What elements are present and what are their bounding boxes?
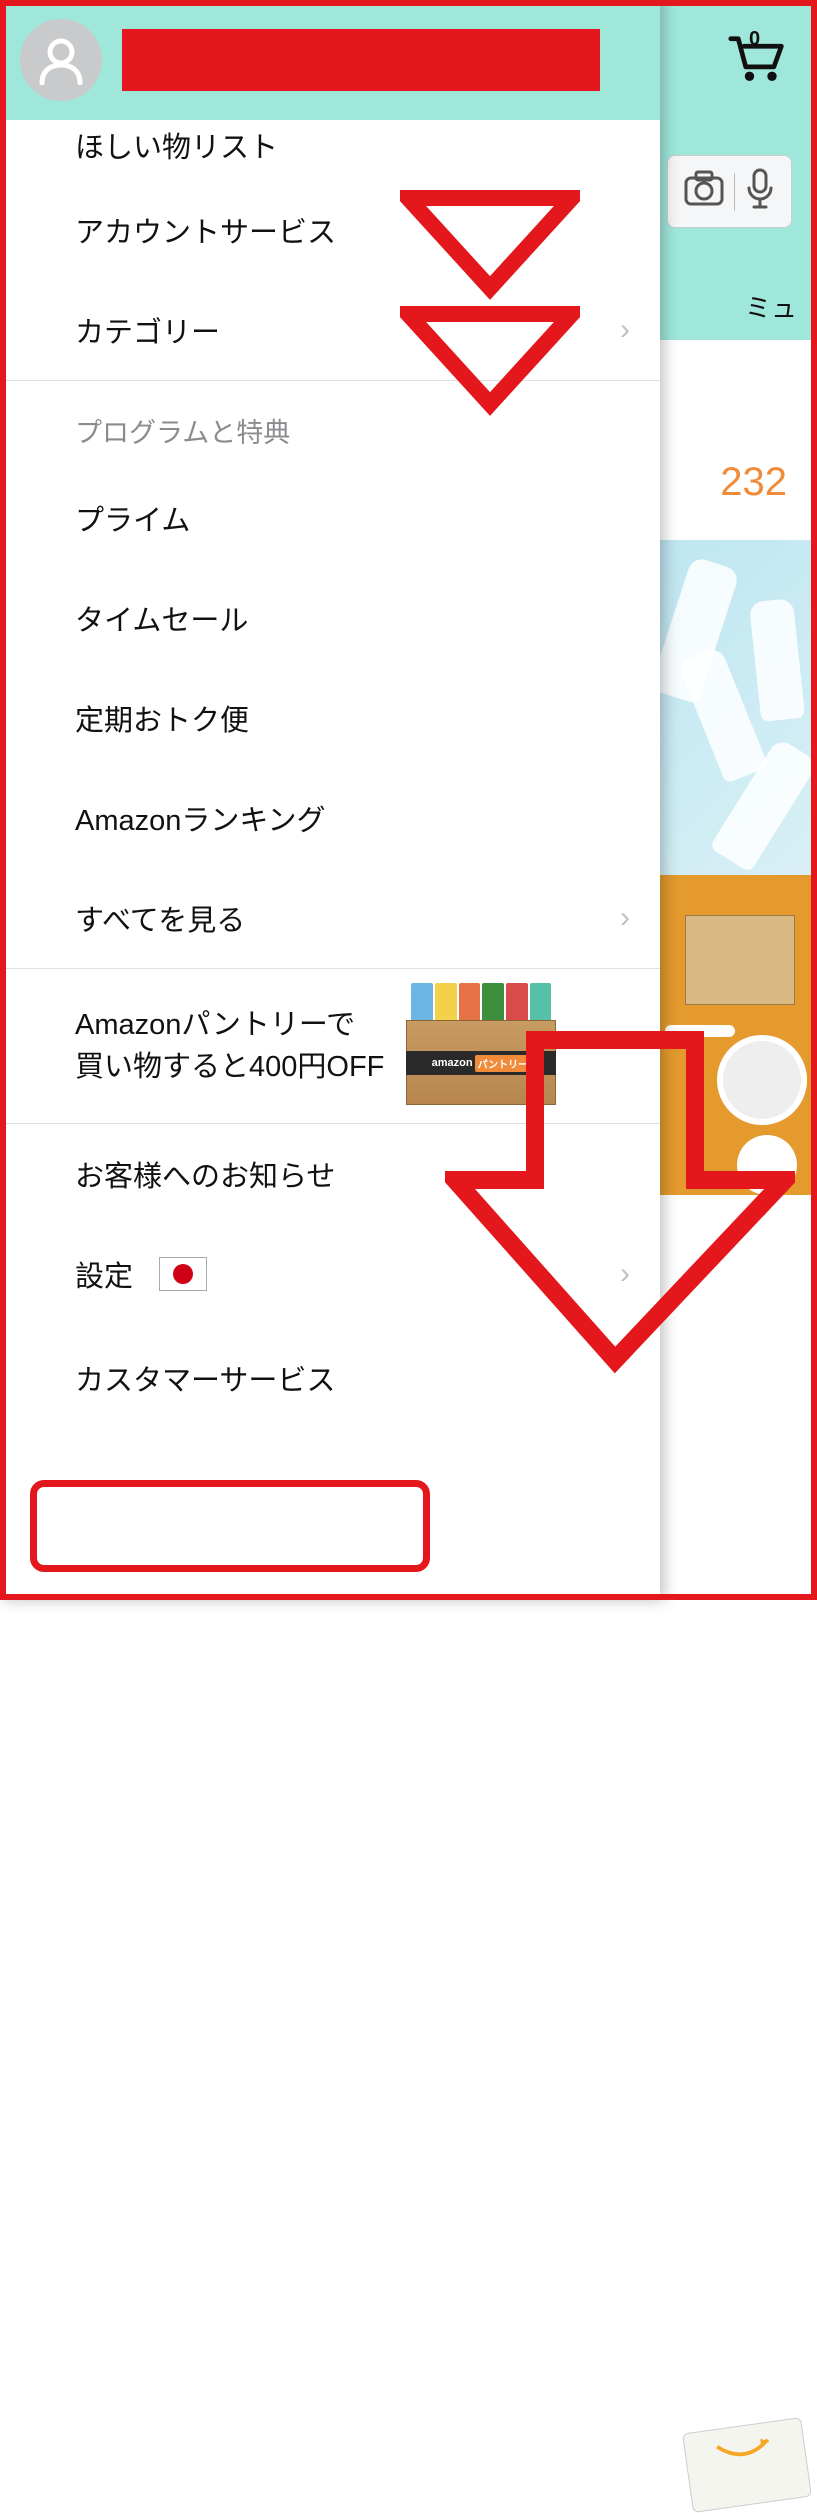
- menu-label: ほしい物リスト: [75, 124, 278, 166]
- bg-panel-orange: [660, 875, 817, 1195]
- pantry-brand1: amazon: [432, 1057, 473, 1069]
- menu-account-service[interactable]: アカウントサービス: [0, 180, 660, 280]
- drawer-header: [0, 0, 660, 120]
- chevron-right-icon: ›: [620, 903, 630, 933]
- camera-icon[interactable]: [684, 170, 724, 213]
- section-title-programs: プログラムと特典: [0, 381, 660, 468]
- menu-label: 定期おトク便: [75, 697, 249, 739]
- menu-wishlist[interactable]: ほしい物リスト: [0, 120, 660, 180]
- pantry-brand2: パントリー: [475, 1055, 532, 1072]
- divider: [734, 173, 735, 211]
- bg-counter: 232: [720, 460, 787, 505]
- menu-timesale[interactable]: タイムセール: [0, 568, 660, 668]
- bg-strip-white: [660, 340, 817, 540]
- menu-amazon-ranking[interactable]: Amazonランキング: [0, 768, 660, 868]
- search-visual-icons[interactable]: [667, 155, 792, 228]
- menu-label: 設定: [75, 1253, 133, 1295]
- cart-count-badge: 0: [749, 28, 760, 51]
- flag-japan-icon: [159, 1257, 207, 1291]
- menu-customer-service[interactable]: カスタマーサービス: [0, 1324, 660, 1432]
- menu-label: お客様へのお知らせ: [75, 1153, 335, 1195]
- drawer-section-other: お客様へのお知らせ 設定 › カスタマーサービス: [0, 1124, 660, 1432]
- menu-subscribe-save[interactable]: 定期おトク便: [0, 668, 660, 768]
- menu-notices[interactable]: お客様へのお知らせ: [0, 1124, 660, 1224]
- menu-label: プライム: [75, 497, 190, 539]
- menu-label: Amazonランキング: [75, 797, 326, 839]
- menu-prime[interactable]: プライム: [0, 468, 660, 568]
- navigation-drawer: ほしい物リスト アカウントサービス カテゴリー › プログラムと特典 プライム …: [0, 0, 660, 1600]
- menu-label: カスタマーサービス: [75, 1357, 335, 1399]
- menu-label: カテゴリー: [75, 309, 220, 351]
- menu-label: タイムセール: [75, 597, 248, 639]
- drawer-section-programs: プログラムと特典 プライム タイムセール 定期おトク便 Amazonランキング …: [0, 381, 660, 969]
- menu-see-all[interactable]: すべてを見る ›: [0, 868, 660, 968]
- promo-image: amazon パントリー: [396, 987, 566, 1105]
- user-name-redacted: [122, 29, 600, 91]
- drawer-section-account: ほしい物リスト アカウントサービス カテゴリー ›: [0, 120, 660, 381]
- bg-panel-water: [660, 540, 817, 875]
- menu-categories[interactable]: カテゴリー ›: [0, 280, 660, 380]
- promo-pantry[interactable]: Amazonパントリーで 買い物すると400円OFF amazon パントリー: [0, 969, 660, 1124]
- gift-card-image: [682, 2417, 812, 2513]
- chevron-right-icon: ›: [620, 315, 630, 345]
- cart-button[interactable]: 0: [727, 30, 787, 85]
- menu-settings[interactable]: 設定 ›: [0, 1224, 660, 1324]
- bg-nav-fragment: ミュ: [745, 288, 797, 325]
- microphone-icon[interactable]: [745, 168, 775, 215]
- promo-line2: 買い物すると400円OFF: [75, 1051, 384, 1083]
- promo-text: Amazonパントリーで 買い物すると400円OFF: [75, 1004, 384, 1088]
- promo-line1: Amazonパントリーで: [75, 1009, 355, 1041]
- chevron-right-icon: ›: [620, 1259, 630, 1289]
- menu-label: すべてを見る: [75, 897, 245, 939]
- menu-label: アカウントサービス: [75, 209, 336, 251]
- bg-panel-bottom: [660, 1195, 817, 1600]
- user-avatar[interactable]: [20, 19, 102, 101]
